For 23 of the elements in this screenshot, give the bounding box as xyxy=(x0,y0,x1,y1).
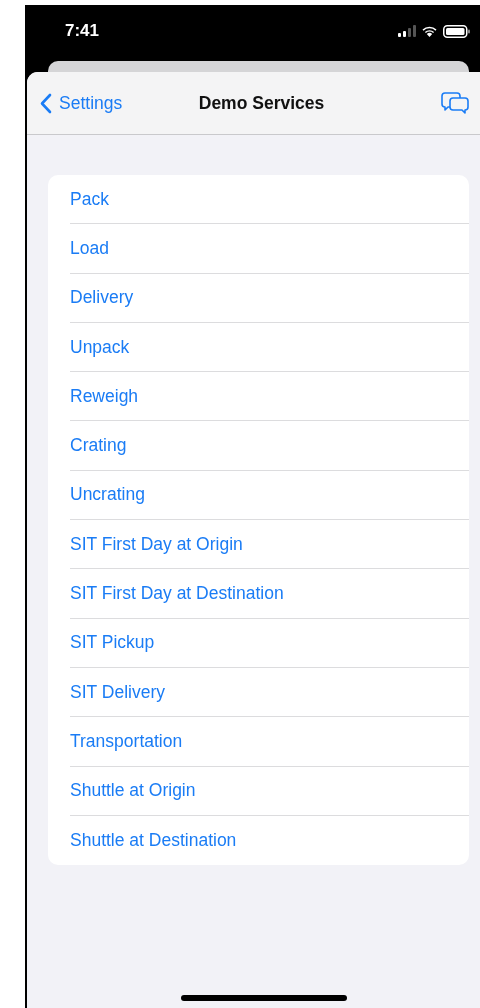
service-row[interactable]: Crating xyxy=(70,421,469,471)
service-row[interactable]: SIT First Day at Origin xyxy=(70,520,469,570)
chat-bubbles-icon xyxy=(441,91,469,115)
service-row[interactable]: SIT Pickup xyxy=(70,618,469,668)
service-row[interactable]: Pack xyxy=(70,175,469,225)
chevron-left-icon xyxy=(40,92,52,114)
nav-title: Demo Services xyxy=(197,92,325,114)
chat-button[interactable] xyxy=(441,91,469,115)
service-row[interactable]: Shuttle at Origin xyxy=(70,766,469,816)
service-row[interactable]: SIT Delivery xyxy=(70,667,469,718)
wifi-icon xyxy=(421,25,438,37)
status-time: 7:41 xyxy=(65,21,100,41)
service-row[interactable]: Transportation xyxy=(70,717,469,767)
service-row[interactable]: Reweigh xyxy=(70,372,469,422)
battery-icon xyxy=(443,24,470,38)
service-row[interactable]: Delivery xyxy=(70,273,469,323)
back-button[interactable]: Settings xyxy=(40,92,123,114)
service-row[interactable]: SIT First Day at Destination xyxy=(70,569,469,619)
service-row[interactable]: Load xyxy=(70,224,469,274)
service-row[interactable]: Uncrating xyxy=(70,470,469,521)
signal-icon xyxy=(398,25,416,37)
service-row[interactable]: Shuttle at Destination xyxy=(70,815,469,866)
service-row[interactable]: Unpack xyxy=(70,322,469,373)
